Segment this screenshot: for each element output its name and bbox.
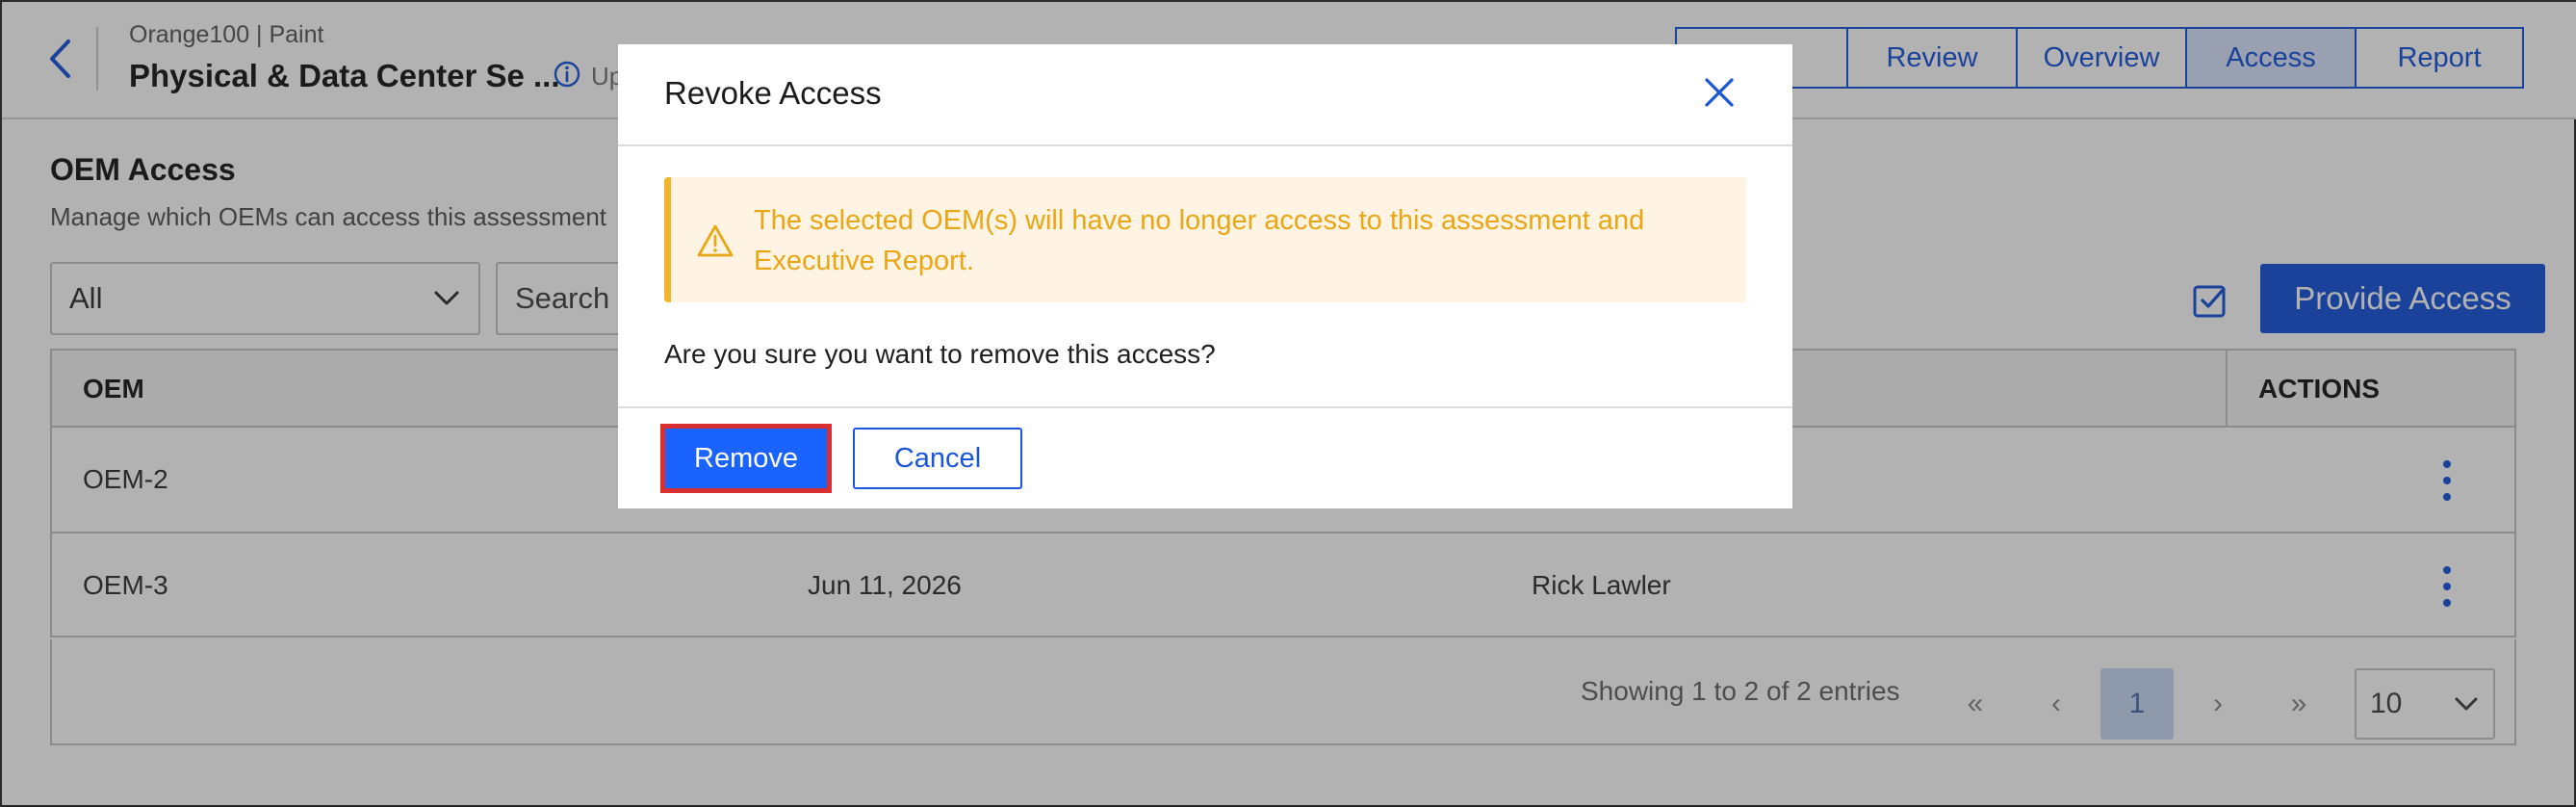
close-icon <box>1705 78 1734 107</box>
warning-alert: The selected OEM(s) will have no longer … <box>664 177 1746 302</box>
remove-button[interactable]: Remove <box>660 424 832 493</box>
cancel-button[interactable]: Cancel <box>853 428 1022 489</box>
confirmation-question: Are you sure you want to remove this acc… <box>664 339 1216 369</box>
dialog-header: Revoke Access <box>618 44 1792 146</box>
dialog-footer-divider <box>618 406 1792 408</box>
warning-triangle-icon <box>696 223 734 258</box>
close-button[interactable] <box>1696 69 1742 116</box>
warning-message: The selected OEM(s) will have no longer … <box>754 205 1645 276</box>
revoke-access-dialog: Revoke Access The selected OEM(s) will h… <box>618 44 1792 508</box>
dialog-title: Revoke Access <box>664 75 882 111</box>
